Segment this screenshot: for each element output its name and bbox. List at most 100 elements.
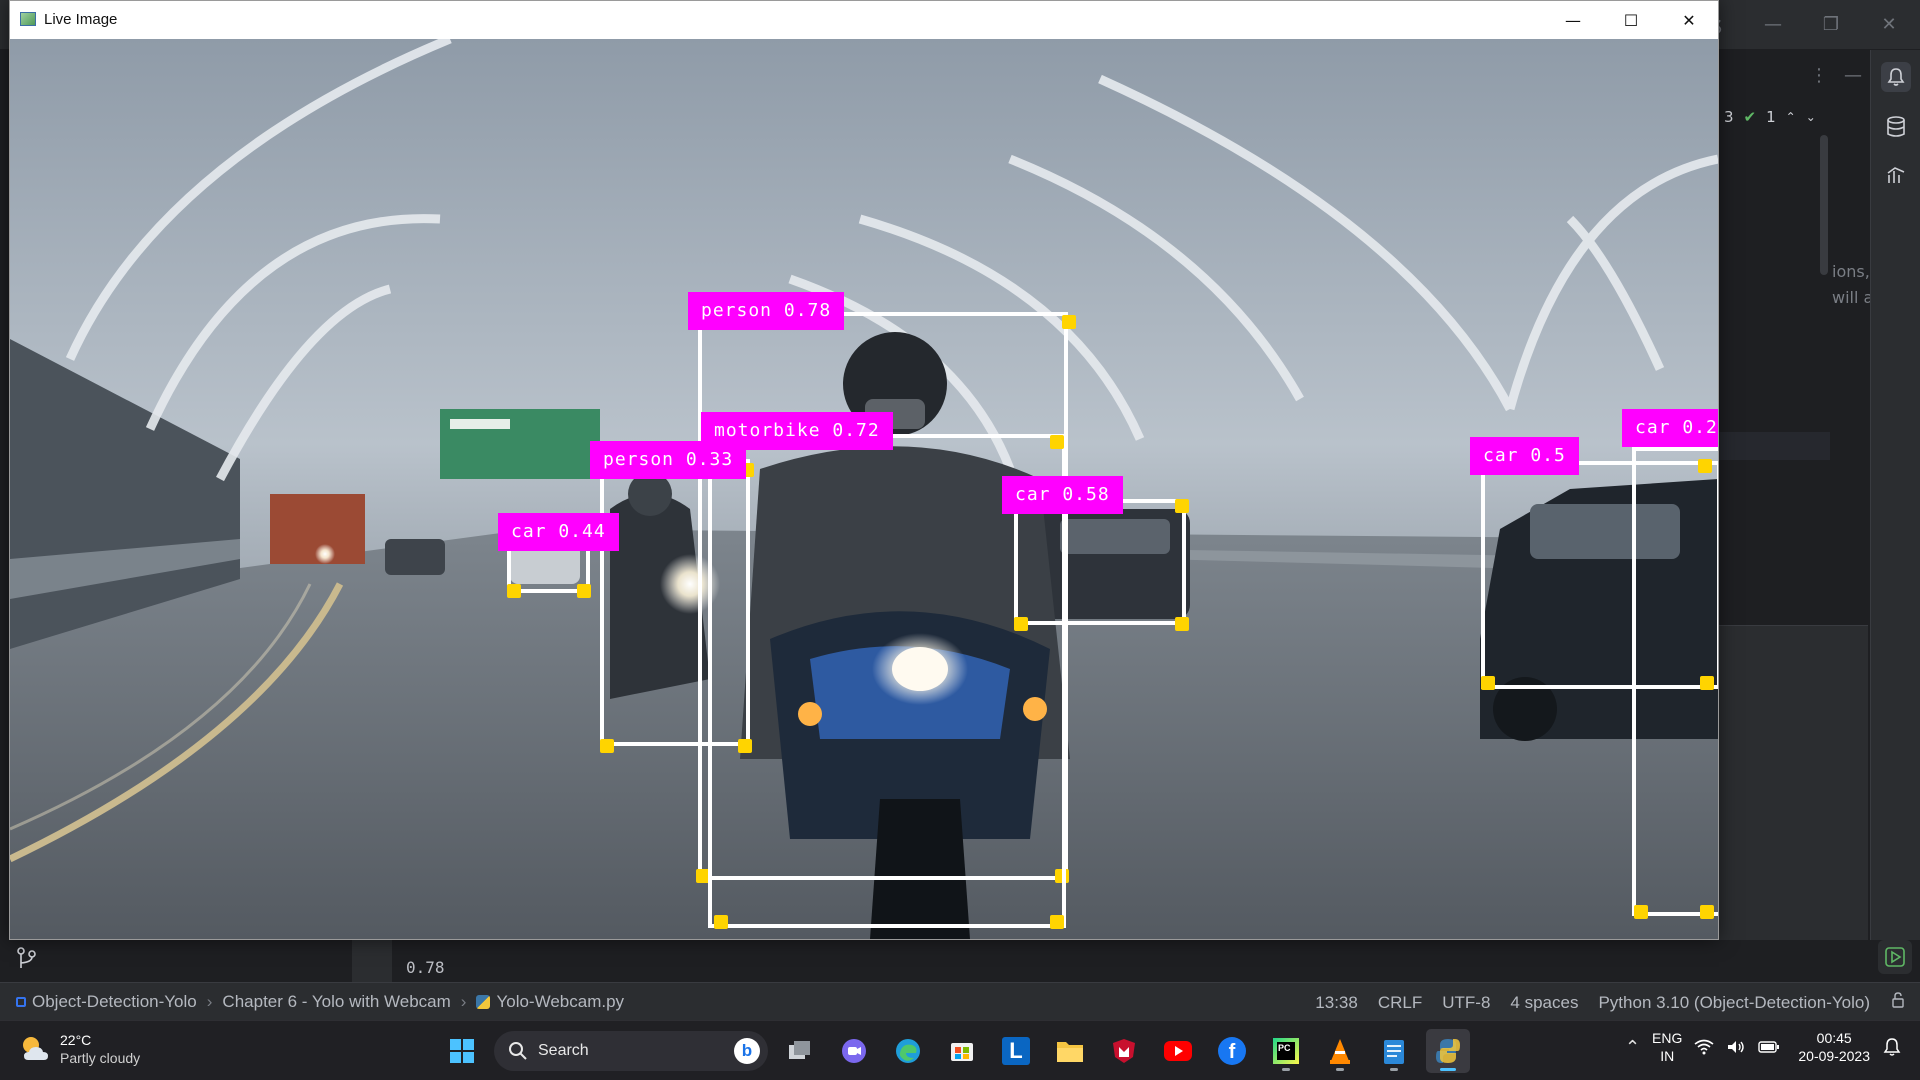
database-icon[interactable] [1881, 112, 1911, 142]
detection-corner [1062, 315, 1076, 329]
detection-label-car-2: car 0.44 [498, 513, 619, 551]
hide-panel-icon[interactable]: — [1840, 63, 1866, 89]
taskbar: 22°C Partly cloudy Search b L f PC ⌃ ENG… [0, 1020, 1920, 1080]
maximize-button[interactable]: ☐ [1602, 1, 1660, 39]
linkedin-learning-glyph: L [1002, 1037, 1030, 1065]
detection-corner [577, 584, 591, 598]
detection-corner [600, 739, 614, 753]
detection-label-car-3: car 0.5 [1470, 437, 1579, 475]
detection-corner [714, 915, 728, 929]
ide-current-line [1718, 432, 1830, 460]
ide-close-button[interactable]: ✕ [1876, 12, 1902, 38]
window-title: Live Image [44, 11, 118, 28]
ide-scrollbar[interactable] [1820, 135, 1828, 275]
weather-widget[interactable]: 22°C Partly cloudy [18, 1031, 140, 1067]
ide-editor-toolbar: ⋮ — [1718, 55, 1868, 95]
chevron-up-icon[interactable]: ⌃ [1625, 1037, 1640, 1058]
linkedin-learning-icon[interactable]: L [994, 1029, 1038, 1073]
volume-icon[interactable] [1726, 1039, 1746, 1055]
status-right-group: 13:38 CRLF UTF-8 4 spaces Python 3.10 (O… [1315, 992, 1906, 1013]
system-tray: ⌃ ENG IN 00:45 20-09-2023 [1625, 1029, 1902, 1065]
detection-corner [1698, 459, 1712, 473]
breadcrumb-file[interactable]: Yolo-Webcam.py [496, 992, 624, 1012]
detection-box-car-1 [1014, 499, 1186, 625]
live-image-window[interactable]: Live Image — ☐ ✕ person 0.78 motorbike 0… [9, 0, 1719, 940]
indent-setting[interactable]: 4 spaces [1510, 993, 1578, 1013]
pycharm-icon[interactable]: PC [1264, 1029, 1308, 1073]
image-app-icon [20, 12, 36, 26]
git-branch-icon[interactable] [12, 944, 40, 972]
notifications-icon[interactable] [1881, 62, 1911, 92]
taskbar-search[interactable]: Search b [494, 1031, 768, 1071]
ide-right-toolstrip [1870, 50, 1920, 980]
notepad-icon[interactable] [1372, 1029, 1416, 1073]
youtube-icon[interactable] [1156, 1029, 1200, 1073]
python-icon[interactable] [1426, 1029, 1470, 1073]
project-icon [16, 997, 26, 1007]
line-ending[interactable]: CRLF [1378, 993, 1422, 1013]
ide-editor[interactable] [1718, 95, 1868, 625]
clock-time: 00:45 [1816, 1030, 1852, 1046]
meet-icon[interactable] [832, 1029, 876, 1073]
video-frame: person 0.78 motorbike 0.72 person 0.33 c… [10, 39, 1718, 939]
bing-icon: b [734, 1038, 760, 1064]
detection-corner [1175, 499, 1189, 513]
run-button[interactable] [1878, 940, 1912, 974]
clock[interactable]: 00:45 20-09-2023 [1798, 1029, 1870, 1065]
chevron-up-icon[interactable]: ⌃ [1786, 110, 1796, 124]
minimize-button[interactable]: — [1544, 1, 1602, 39]
run-console [0, 940, 1920, 982]
ide-minimize-button[interactable]: — [1760, 12, 1786, 38]
notification-bell-icon[interactable] [1882, 1037, 1902, 1057]
live-image-titlebar[interactable]: Live Image — ☐ ✕ [10, 1, 1718, 39]
pycharm-glyph: PC [1273, 1038, 1299, 1064]
region-code: IN [1660, 1048, 1675, 1064]
file-explorer-icon[interactable] [1048, 1029, 1092, 1073]
battery-icon[interactable] [1758, 1040, 1780, 1054]
detection-corner [1050, 435, 1064, 449]
windows-start-button[interactable] [440, 1029, 484, 1073]
wifi-icon[interactable] [1694, 1039, 1714, 1055]
language-indicator[interactable]: ENG IN [1652, 1029, 1682, 1065]
chevron-right-icon: › [460, 992, 467, 1011]
running-indicator [1282, 1068, 1290, 1071]
breadcrumb-project[interactable]: Object-Detection-Yolo [32, 992, 197, 1012]
console-gutter [352, 940, 392, 982]
ide-statusbar: Object-Detection-Yolo › Chapter 6 - Yolo… [0, 982, 1920, 1020]
python-file-icon [476, 995, 491, 1009]
task-view-icon[interactable] [778, 1029, 822, 1073]
detection-label-car-1: car 0.58 [1002, 476, 1123, 514]
edge-icon[interactable] [886, 1029, 930, 1073]
profiler-icon[interactable] [1881, 160, 1911, 190]
file-encoding[interactable]: UTF-8 [1442, 993, 1490, 1013]
active-indicator [1440, 1068, 1456, 1071]
breadcrumb: Object-Detection-Yolo › Chapter 6 - Yolo… [16, 992, 624, 1012]
ide-restore-button[interactable]: ❐ [1818, 12, 1844, 38]
partly-cloudy-icon [23, 1037, 48, 1060]
weather-text: 22°C Partly cloudy [60, 1031, 140, 1067]
clock-date: 20-09-2023 [1798, 1048, 1870, 1064]
facebook-glyph: f [1218, 1037, 1246, 1065]
ide-side-panel [1718, 625, 1868, 980]
detection-corner [1634, 905, 1648, 919]
running-indicator [1336, 1068, 1344, 1071]
facebook-icon[interactable]: f [1210, 1029, 1254, 1073]
caret-position[interactable]: 13:38 [1315, 993, 1358, 1013]
detection-label-person-2: person 0.33 [590, 441, 747, 479]
code-snippet-1: ions, [1832, 262, 1870, 281]
check-icon: ✔ [1743, 108, 1757, 126]
vlc-icon[interactable] [1318, 1029, 1362, 1073]
more-options-icon[interactable]: ⋮ [1806, 63, 1832, 89]
microsoft-store-icon[interactable] [940, 1029, 984, 1073]
detection-corner [1175, 617, 1189, 631]
weather-condition: Partly cloudy [60, 1050, 141, 1066]
python-interpreter[interactable]: Python 3.10 (Object-Detection-Yolo) [1598, 993, 1870, 1013]
breadcrumb-folder[interactable]: Chapter 6 - Yolo with Webcam [222, 992, 450, 1012]
lock-icon[interactable] [1890, 992, 1906, 1013]
close-button[interactable]: ✕ [1660, 1, 1718, 39]
detection-box-car-4 [1632, 447, 1718, 916]
detection-label-car-4: car 0.26 [1622, 409, 1718, 447]
chevron-down-icon[interactable]: ⌄ [1806, 110, 1816, 124]
mcafee-icon[interactable] [1102, 1029, 1146, 1073]
inspection-widget[interactable]: 3 ✔ 1 ⌃ ⌄ [1720, 108, 1816, 126]
